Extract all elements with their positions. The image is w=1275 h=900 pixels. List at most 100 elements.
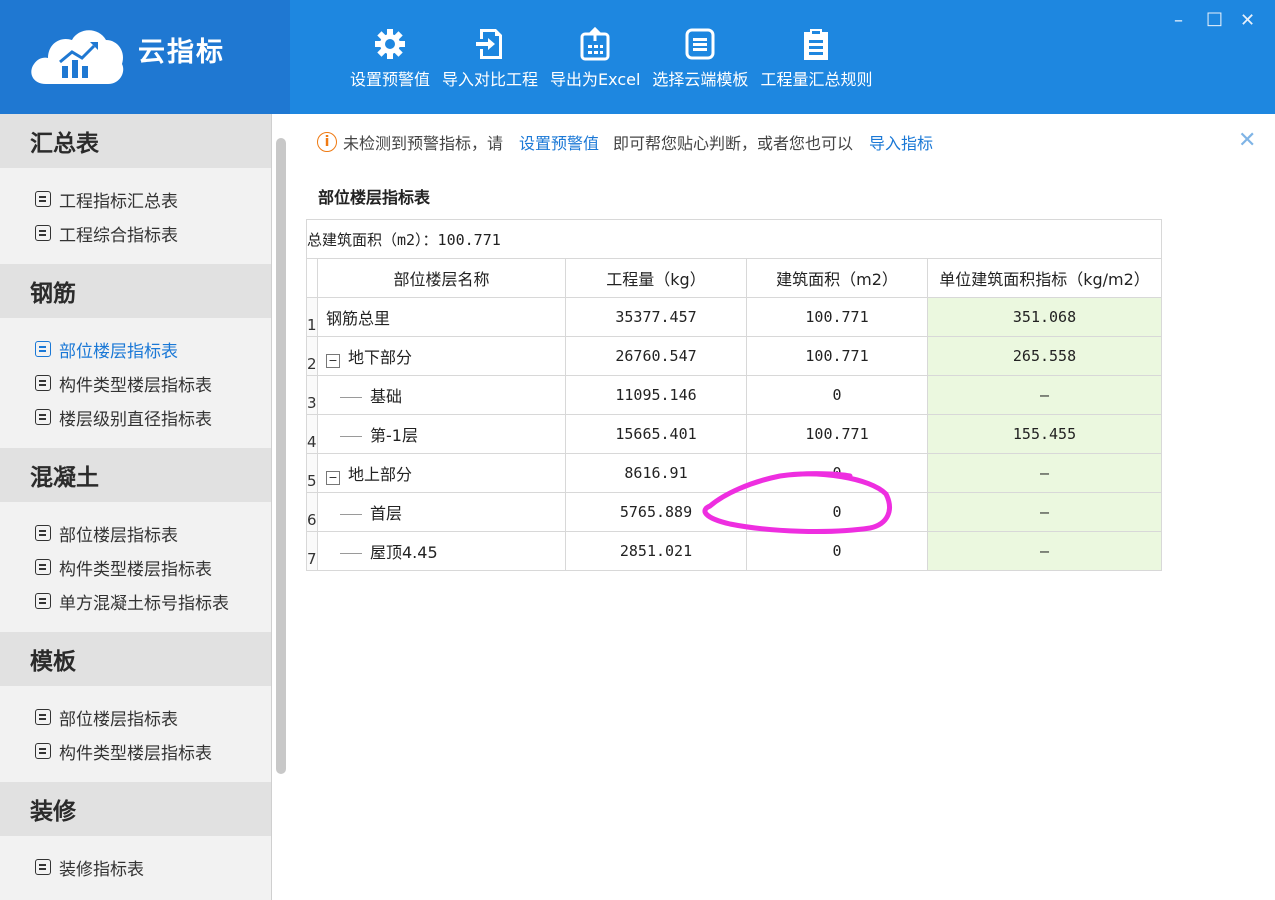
- table-row[interactable]: 4 第-1层 15665.401 100.771 155.455: [306, 414, 1162, 454]
- document-icon: [35, 859, 51, 875]
- sidebar-item-concrete-location-floor[interactable]: 部位楼层指标表: [35, 516, 271, 550]
- sidebar-item-formwork-component-floor[interactable]: 构件类型楼层指标表: [35, 734, 271, 768]
- sidebar-item-label: 部位楼层指标表: [59, 709, 178, 730]
- sidebar-section-summary[interactable]: 汇总表: [0, 114, 271, 168]
- row-name: 钢筋总里: [317, 297, 566, 337]
- app-title: 云指标: [138, 37, 225, 68]
- sidebar-item-concrete-component-floor[interactable]: 构件类型楼层指标表: [35, 550, 271, 584]
- row-name: − 地下部分: [317, 336, 566, 376]
- row-name-text: 首层: [370, 504, 403, 523]
- table-row[interactable]: 3 基础 11095.146 0 –: [306, 375, 1162, 415]
- summary-row: 总建筑面积（m2）：100.771: [306, 219, 1162, 259]
- sidebar-section-concrete[interactable]: 混凝土: [0, 448, 271, 502]
- sidebar-item-formwork-location-floor[interactable]: 部位楼层指标表: [35, 700, 271, 734]
- index-cell: –: [927, 492, 1162, 532]
- sidebar-item-label: 楼层级别直径指标表: [59, 409, 212, 430]
- close-notice-icon[interactable]: ✕: [1238, 128, 1256, 153]
- toolbar-label: 选择云端模板: [652, 70, 749, 89]
- toolbar-label: 设置预警值: [350, 70, 431, 89]
- row-name-text: 地上部分: [348, 465, 413, 484]
- maximize-button[interactable]: □: [1206, 8, 1223, 29]
- logo-area: 云指标: [0, 0, 290, 114]
- table-row[interactable]: 1 钢筋总里 35377.457 100.771 351.068: [306, 297, 1162, 337]
- row-index: 1: [306, 297, 318, 337]
- page-title: 部位楼层指标表: [318, 188, 431, 207]
- row-name: − 地上部分: [317, 453, 566, 493]
- index-cell: –: [927, 531, 1162, 571]
- minimize-button[interactable]: –: [1174, 10, 1183, 31]
- title-bar: 云指标 设置预警值 导入对比工程 导出为Excel 选择云端模板 工程量汇总规则…: [0, 0, 1275, 114]
- sidebar-item-label: 工程指标汇总表: [59, 191, 178, 212]
- sidebar-item-label: 构件类型楼层指标表: [59, 375, 212, 396]
- index-cell: –: [927, 375, 1162, 415]
- sidebar-section-rebar[interactable]: 钢筋: [0, 264, 271, 318]
- collapse-toggle[interactable]: −: [326, 471, 340, 485]
- column-header: 工程量（kg）: [565, 258, 747, 298]
- toolbar: 设置预警值 导入对比工程 导出为Excel 选择云端模板 工程量汇总规则: [344, 0, 878, 114]
- document-icon: [35, 525, 51, 541]
- sidebar-item-decoration-index[interactable]: 装修指标表: [35, 850, 271, 884]
- annotation-circle: [702, 471, 892, 534]
- quantity-summary-rules-button[interactable]: 工程量汇总规则: [760, 0, 872, 114]
- index-cell: 155.455: [927, 414, 1162, 454]
- sidebar-item-project-composite-index[interactable]: 工程综合指标表: [35, 216, 271, 250]
- quantity-cell: 11095.146: [565, 375, 747, 415]
- close-window-button[interactable]: ✕: [1240, 10, 1255, 31]
- document-icon: [35, 375, 51, 391]
- set-warning-value-button[interactable]: 设置预警值: [350, 0, 430, 114]
- set-warning-value-link[interactable]: 设置预警值: [519, 130, 599, 154]
- import-compare-project-button[interactable]: 导入对比工程: [442, 0, 538, 114]
- sidebar-section-formwork[interactable]: 模板: [0, 632, 271, 686]
- export-excel-icon: [575, 24, 615, 64]
- row-name-text: 第-1层: [370, 426, 418, 445]
- collapse-toggle[interactable]: −: [326, 354, 340, 368]
- sidebar-section-decoration[interactable]: 装修: [0, 782, 271, 836]
- import-index-link[interactable]: 导入指标: [869, 130, 933, 154]
- document-icon: [35, 743, 51, 759]
- row-index-header: [306, 258, 318, 298]
- sidebar-item-rebar-component-floor[interactable]: 构件类型楼层指标表: [35, 366, 271, 400]
- sidebar-item-rebar-location-floor[interactable]: 部位楼层指标表: [35, 332, 271, 366]
- column-header: 建筑面积（m2）: [746, 258, 928, 298]
- quantity-cell: 26760.547: [565, 336, 747, 376]
- template-icon: [680, 24, 720, 64]
- warning-info-icon: i: [317, 132, 337, 152]
- toolbar-label: 导出为Excel: [550, 70, 641, 89]
- row-name-text: 基础: [370, 387, 403, 406]
- document-icon: [35, 409, 51, 425]
- toolbar-label: 导入对比工程: [442, 70, 539, 89]
- sidebar-item-label: 装修指标表: [59, 859, 144, 880]
- table-header-row: 部位楼层名称 工程量（kg） 建筑面积（m2） 单位建筑面积指标（kg/m2）: [306, 258, 1162, 298]
- table-row[interactable]: 2 − 地下部分 26760.547 100.771 265.558: [306, 336, 1162, 376]
- sidebar-item-rebar-floor-grade-diameter[interactable]: 楼层级别直径指标表: [35, 400, 271, 434]
- total-area-summary: 总建筑面积（m2）：100.771: [306, 219, 1162, 259]
- tree-branch-line: [340, 553, 362, 554]
- document-icon: [35, 709, 51, 725]
- row-index: 7: [306, 531, 318, 571]
- notice-text: 未检测到预警指标，请: [343, 134, 504, 153]
- sidebar-item-label: 工程综合指标表: [59, 225, 178, 246]
- row-name-text: 屋顶4.45: [370, 543, 438, 562]
- sidebar-item-project-index-summary[interactable]: 工程指标汇总表: [35, 182, 271, 216]
- tree-branch-line: [340, 397, 362, 398]
- sidebar-item-concrete-grade-per-unit[interactable]: 单方混凝土标号指标表: [35, 584, 271, 618]
- sidebar-scrollbar[interactable]: [276, 138, 286, 774]
- document-icon: [35, 191, 51, 207]
- select-cloud-template-button[interactable]: 选择云端模板: [652, 0, 748, 114]
- sidebar-item-label: 构件类型楼层指标表: [59, 743, 212, 764]
- row-name: 首层: [317, 492, 566, 532]
- warning-notice: i 未检测到预警指标，请 设置预警值 即可帮您贴心判断，或者您也可以 导入指标: [317, 128, 947, 156]
- row-index: 5: [306, 453, 318, 493]
- area-cell: 0: [746, 375, 928, 415]
- quantity-cell: 15665.401: [565, 414, 747, 454]
- document-icon: [35, 559, 51, 575]
- export-excel-button[interactable]: 导出为Excel: [550, 0, 640, 114]
- sidebar-item-label: 部位楼层指标表: [59, 525, 178, 546]
- cloud-chart-logo-icon: [31, 30, 124, 84]
- quantity-cell: 35377.457: [565, 297, 747, 337]
- row-index: 2: [306, 336, 318, 376]
- tree-branch-line: [340, 436, 362, 437]
- toolbar-label: 工程量汇总规则: [760, 70, 873, 89]
- tree-branch-line: [340, 514, 362, 515]
- sidebar-item-label: 部位楼层指标表: [59, 341, 178, 362]
